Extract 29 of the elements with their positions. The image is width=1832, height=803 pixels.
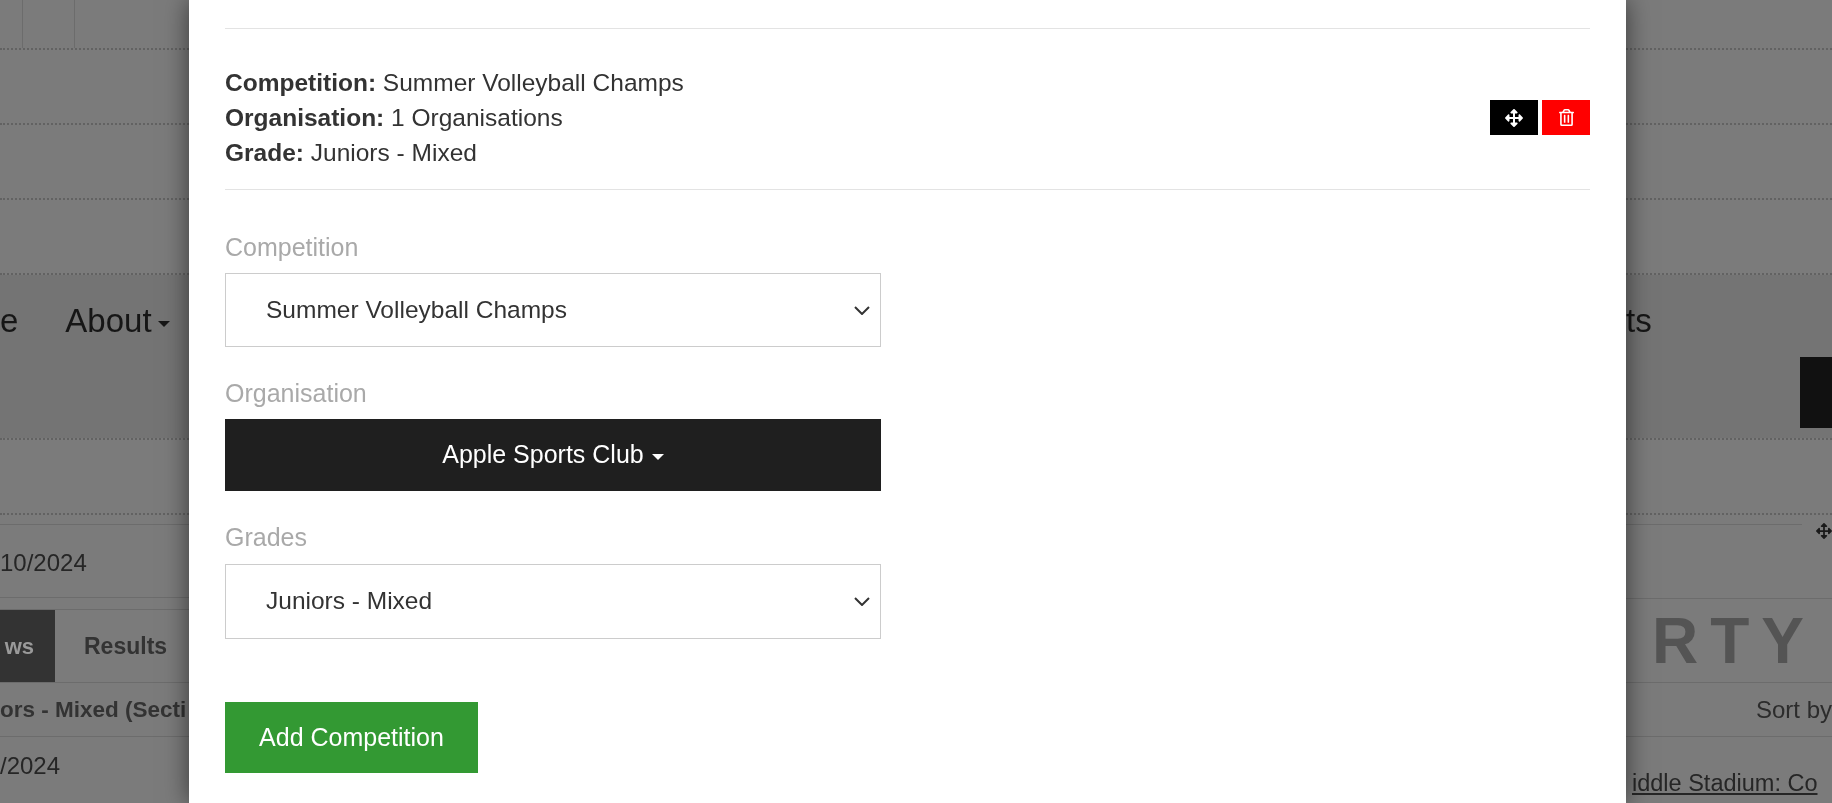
move-icon[interactable] xyxy=(1816,521,1832,541)
about-menu-link[interactable]: About xyxy=(65,302,170,340)
summary-line: Competition: Summer Volleyball Champs xyxy=(225,68,684,98)
field-label: Grades xyxy=(225,522,307,552)
dropdown-button[interactable]: Apple Sports Club xyxy=(225,419,881,491)
field-label: Competition xyxy=(225,232,359,262)
select-field[interactable]: Juniors - Mixed xyxy=(225,564,881,639)
row-date-text: /2024 xyxy=(0,752,61,779)
move-button[interactable] xyxy=(1490,100,1538,135)
chevron-down-icon xyxy=(854,305,870,315)
section-heading: ors - Mixed (Secti xyxy=(0,695,187,724)
summary-line: Organisation: 1 Organisations xyxy=(225,103,563,133)
caret-icon xyxy=(651,453,664,460)
venue-link[interactable]: iddle Stadium: Co xyxy=(1632,770,1818,796)
tab[interactable]: Results xyxy=(84,610,168,682)
sort-label: Sort by xyxy=(1755,694,1832,725)
field-label: Organisation xyxy=(225,378,367,408)
caret-icon xyxy=(157,321,170,327)
select-field[interactable]: Summer Volleyball Champs xyxy=(225,273,881,347)
add-competition-button[interactable]: Add Competition xyxy=(225,702,478,773)
delete-button[interactable] xyxy=(1542,100,1590,135)
date-text: 10/2024 xyxy=(0,548,87,578)
nav-link-fragment: e xyxy=(0,302,19,340)
trash-icon xyxy=(1558,109,1574,126)
tab[interactable]: ws xyxy=(0,610,55,682)
chevron-down-icon xyxy=(854,597,870,606)
nav-link-fragment: ts xyxy=(1626,302,1652,340)
move-icon xyxy=(1505,108,1523,127)
summary-line: Grade: Juniors - Mixed xyxy=(225,138,477,168)
